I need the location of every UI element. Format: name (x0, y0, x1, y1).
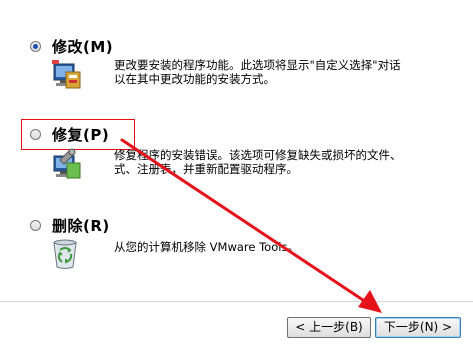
modify-desc-line-1: 更改要安装的程序功能。此选项将显示"自定义选择"对话 (114, 58, 401, 72)
next-button[interactable]: 下一步(N) > (375, 317, 461, 338)
remove-label[interactable]: 删除(R) (52, 215, 110, 236)
repair-desc-line-1: 修复程序的安装错误。该选项可修复缺失或损坏的文件、 (114, 148, 402, 162)
back-button[interactable]: < 上一步(B) (287, 317, 371, 338)
modify-radio[interactable] (30, 41, 41, 52)
installer-computer-icon (52, 60, 81, 89)
repair-desc-line-2: 式、注册表，并重新配置驱动程序。 (114, 162, 298, 176)
remove-desc-line-1: 从您的计算机移除 VMware Tools。 (114, 240, 299, 254)
recycle-bin-icon (53, 239, 77, 269)
modify-desc-line-2: 以在其中更改功能的安装方式。 (114, 72, 275, 86)
modify-option[interactable]: 修改(M) (30, 36, 113, 57)
repair-description: 修复程序的安装错误。该选项可修复缺失或损坏的文件、 式、注册表，并重新配置驱动程… (114, 148, 402, 176)
repair-computer-icon (53, 148, 81, 179)
annotation-highlight-box (21, 119, 135, 150)
modify-description: 更改要安装的程序功能。此选项将显示"自定义选择"对话 以在其中更改功能的安装方式… (114, 58, 401, 86)
remove-option[interactable]: 删除(R) (30, 215, 110, 236)
footer-divider (0, 301, 473, 302)
remove-description: 从您的计算机移除 VMware Tools。 (114, 240, 299, 254)
modify-label[interactable]: 修改(M) (52, 36, 113, 57)
remove-radio[interactable] (30, 220, 41, 231)
